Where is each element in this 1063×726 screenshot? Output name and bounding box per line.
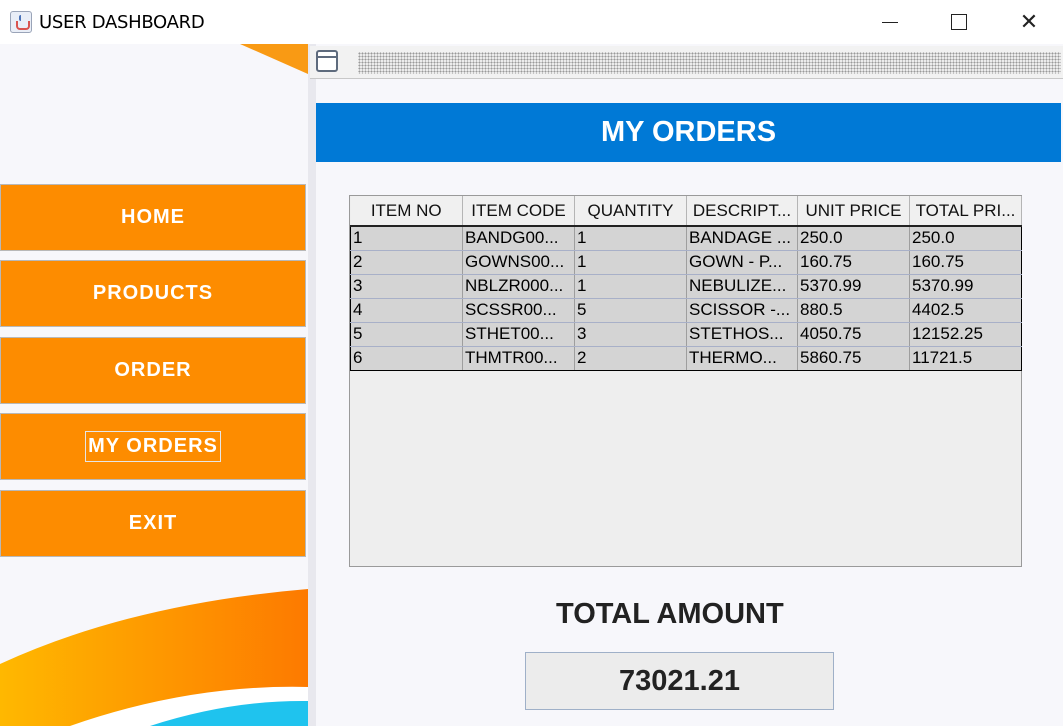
table-cell[interactable]: 11721.5	[909, 346, 1022, 371]
sidebar-item-label: HOME	[121, 206, 185, 228]
table-cell[interactable]: 2	[574, 346, 687, 371]
table-cell[interactable]: 4	[350, 298, 463, 323]
table-cell[interactable]: THERMO...	[686, 346, 798, 371]
table-row[interactable]: 1 BANDG00... 1 BANDAGE ... 250.0 250.0	[350, 226, 1022, 251]
sidebar-item-label: PRODUCTS	[92, 282, 214, 304]
table-cell[interactable]: 3	[350, 274, 463, 299]
table-row[interactable]: 2 GOWNS00... 1 GOWN - P... 160.75 160.75	[350, 250, 1022, 275]
table-cell[interactable]: BANDAGE ...	[686, 226, 798, 251]
java-cup-icon	[10, 11, 32, 33]
sidebar-item-products[interactable]: PRODUCTS	[0, 260, 306, 327]
table-cell[interactable]: 160.75	[909, 250, 1022, 275]
sidebar-item-label: MY ORDERS	[85, 431, 221, 462]
table-cell[interactable]: NEBULIZE...	[686, 274, 798, 299]
sidebar: HOME PRODUCTS ORDER MY ORDERS EXIT	[0, 44, 308, 726]
table-cell[interactable]: STHET00...	[462, 322, 575, 347]
total-amount-label: TOTAL AMOUNT	[556, 598, 784, 630]
table-row[interactable]: 4 SCSSR00... 5 SCISSOR -... 880.5 4402.5	[350, 298, 1022, 323]
table-cell[interactable]: 250.0	[797, 226, 910, 251]
table-cell[interactable]: GOWNS00...	[462, 250, 575, 275]
table-cell[interactable]: 5370.99	[797, 274, 910, 299]
sidebar-item-home[interactable]: HOME	[0, 184, 306, 251]
table-cell[interactable]: 160.75	[797, 250, 910, 275]
table-cell[interactable]: 2	[350, 250, 463, 275]
column-header[interactable]: UNIT PRICE	[797, 196, 910, 227]
total-amount-value: 73021.21	[619, 664, 740, 697]
table-cell[interactable]: 1	[350, 226, 463, 251]
table-cell[interactable]: 12152.25	[909, 322, 1022, 347]
column-header[interactable]: ITEM CODE	[462, 196, 575, 227]
table-row[interactable]: 5 STHET00... 3 STETHOS... 4050.75 12152.…	[350, 322, 1022, 347]
table-cell[interactable]: NBLZR000...	[462, 274, 575, 299]
title-bar: USER DASHBOARD ✕	[0, 0, 1063, 44]
table-row[interactable]: 3 NBLZR000... 1 NEBULIZE... 5370.99 5370…	[350, 274, 1022, 299]
close-icon[interactable]: ✕	[1006, 0, 1052, 44]
table-cell[interactable]: 1	[574, 250, 687, 275]
table-cell[interactable]: 5860.75	[797, 346, 910, 371]
table-cell[interactable]: STETHOS...	[686, 322, 798, 347]
table-cell[interactable]: 1	[574, 274, 687, 299]
table-cell[interactable]: SCSSR00...	[462, 298, 575, 323]
table-cell[interactable]: 250.0	[909, 226, 1022, 251]
column-header[interactable]: QUANTITY	[574, 196, 687, 227]
sidebar-item-label: EXIT	[128, 512, 178, 534]
maximize-icon[interactable]	[935, 0, 981, 44]
column-header[interactable]: TOTAL PRI...	[909, 196, 1022, 227]
my-orders-panel: MY ORDERS ITEM NO ITEM CODE QUANTITY DES…	[316, 88, 1061, 726]
total-amount-field: 73021.21	[525, 652, 834, 710]
column-header[interactable]: DESCRIPT...	[686, 196, 798, 227]
column-header[interactable]: ITEM NO	[350, 196, 463, 227]
table-cell[interactable]: 880.5	[797, 298, 910, 323]
page-title: MY ORDERS	[600, 116, 777, 148]
table-cell[interactable]: 5	[350, 322, 463, 347]
table-cell[interactable]: 3	[574, 322, 687, 347]
page-header: MY ORDERS	[316, 103, 1061, 162]
table-cell[interactable]: 1	[574, 226, 687, 251]
table-cell[interactable]: 6	[350, 346, 463, 371]
table-cell[interactable]: 4050.75	[797, 322, 910, 347]
table-cell[interactable]: SCISSOR -...	[686, 298, 798, 323]
orders-table: ITEM NO ITEM CODE QUANTITY DESCRIPT... U…	[350, 196, 1022, 371]
sidebar-item-exit[interactable]: EXIT	[0, 490, 306, 557]
sidebar-item-label: ORDER	[114, 359, 192, 381]
minimize-icon[interactable]	[866, 0, 912, 44]
window-title: USER DASHBOARD	[39, 12, 205, 33]
orders-table-scrollpane[interactable]: ITEM NO ITEM CODE QUANTITY DESCRIPT... U…	[349, 195, 1022, 567]
table-cell[interactable]: 4402.5	[909, 298, 1022, 323]
table-cell[interactable]: THMTR00...	[462, 346, 575, 371]
drag-grip[interactable]	[358, 52, 1061, 74]
table-cell[interactable]: 5	[574, 298, 687, 323]
window-icon[interactable]	[316, 50, 338, 72]
table-row[interactable]: 6 THMTR00... 2 THERMO... 5860.75 11721.5	[350, 346, 1022, 371]
split-divider[interactable]	[308, 44, 316, 726]
internal-frame-titlebar[interactable]	[310, 46, 1063, 79]
table-cell[interactable]: BANDG00...	[462, 226, 575, 251]
sidebar-item-order[interactable]: ORDER	[0, 337, 306, 404]
table-cell[interactable]: 5370.99	[909, 274, 1022, 299]
table-cell[interactable]: GOWN - P...	[686, 250, 798, 275]
table-header-row: ITEM NO ITEM CODE QUANTITY DESCRIPT... U…	[350, 196, 1022, 227]
sidebar-item-my-orders[interactable]: MY ORDERS	[0, 413, 306, 480]
